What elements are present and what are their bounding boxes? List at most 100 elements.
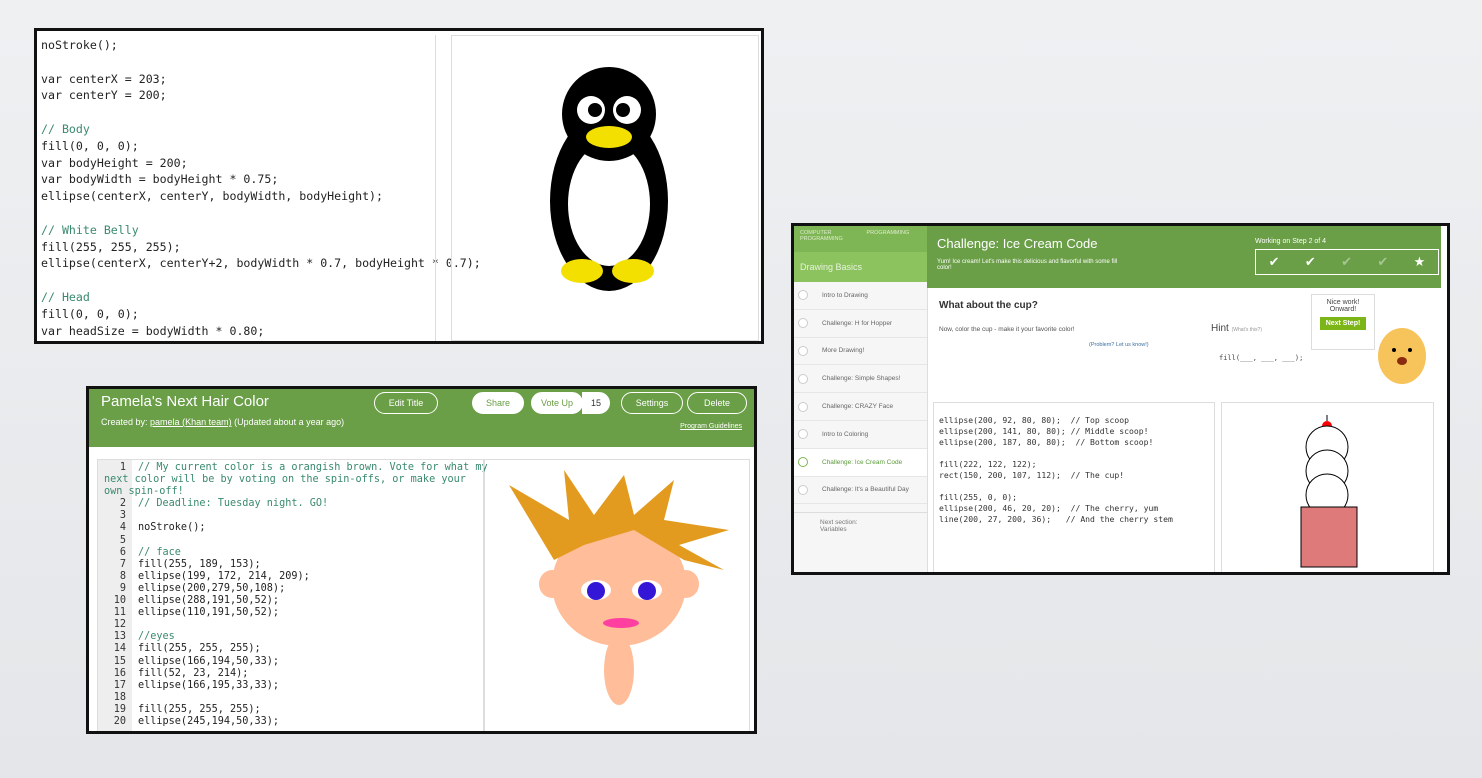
edit-title-button[interactable]: Edit Title xyxy=(374,392,438,414)
code-text: var centerX = 203; xyxy=(41,71,167,86)
code-line[interactable]: line(200, 27, 200, 36); // And the cherr… xyxy=(939,514,1173,525)
code-line[interactable]: 13 //eyes xyxy=(104,631,488,643)
code-line[interactable] xyxy=(41,272,481,289)
breadcrumb-programming[interactable]: PROGRAMMING xyxy=(861,226,928,252)
code-text[interactable]: 1// My current color is a orangish brown… xyxy=(104,462,488,728)
code-line[interactable] xyxy=(41,205,481,222)
code-line[interactable]: // White Belly xyxy=(41,222,481,239)
sidebar-item[interactable]: Challenge: CRAZY Face xyxy=(794,393,927,421)
code-line[interactable]: fill(255, 255, 255); xyxy=(41,239,481,256)
code-line[interactable]: // Head xyxy=(41,289,481,306)
sidebar-item[interactable]: Intro to Drawing xyxy=(794,282,927,310)
sidebar-item[interactable]: Challenge: Simple Shapes! xyxy=(794,365,927,394)
sidebar-item-label: Challenge: It's a Beautiful Day xyxy=(822,486,909,494)
code-line[interactable]: ellipse(centerX, centerY+2, bodyWidth * … xyxy=(41,255,481,272)
sidebar-item[interactable]: Challenge: H for Hopper xyxy=(794,310,927,338)
code-line[interactable]: fill(0, 0, 0); xyxy=(41,306,481,323)
line-number: 14 xyxy=(113,643,126,655)
settings-button[interactable]: Settings xyxy=(621,392,683,414)
code-line[interactable]: 18 xyxy=(104,692,488,704)
code-line[interactable] xyxy=(939,481,1173,492)
code-line[interactable] xyxy=(41,104,481,121)
next-step-button[interactable]: Next Step! xyxy=(1320,317,1366,330)
sidebar-item-label: Challenge: H for Hopper xyxy=(822,319,893,327)
code-line[interactable]: var bodyWidth = bodyHeight * 0.75; xyxy=(41,171,481,188)
share-button[interactable]: Share xyxy=(472,392,524,414)
code-line[interactable]: ellipse(200, 92, 80, 80); // Top scoop xyxy=(939,415,1173,426)
progress-circle-icon xyxy=(798,345,808,356)
code-text: fill(52, 23, 214); xyxy=(138,667,249,679)
code-line[interactable]: 10 ellipse(288,191,50,52); xyxy=(104,595,488,607)
code-text[interactable]: ellipse(200, 92, 80, 80); // Top scoop el… xyxy=(939,415,1173,525)
progress-circle-icon xyxy=(798,290,808,301)
code-line[interactable]: 16 fill(52, 23, 214); xyxy=(104,668,488,680)
sidebar-item-label: Challenge: CRAZY Face xyxy=(822,403,894,411)
code-line[interactable]: 1// My current color is a orangish brown… xyxy=(104,462,488,498)
code-line[interactable]: noStroke(); xyxy=(41,37,481,54)
code-line[interactable]: 15 ellipse(166,194,50,33); xyxy=(104,656,488,668)
report-problem-link[interactable]: (Problem? Let us know!) xyxy=(1089,342,1149,348)
code-line[interactable]: rect(150, 200, 107, 112); // The cup! xyxy=(939,470,1173,481)
whats-this-link[interactable]: (What's this?) xyxy=(1232,327,1262,333)
code-line[interactable]: var bodyHeight = 200; xyxy=(41,155,481,172)
delete-button[interactable]: Delete xyxy=(687,392,747,414)
check-icon[interactable]: ✔ xyxy=(1269,254,1280,270)
code-text: fill(255, 0, 0); xyxy=(939,492,1017,502)
check-icon: ✔ xyxy=(1341,254,1353,269)
code-line[interactable]: 9 ellipse(200,279,50,108); xyxy=(104,583,488,595)
line-number: 9 xyxy=(119,582,126,594)
code-line[interactable]: 20 ellipse(245,194,50,33); xyxy=(104,716,488,728)
breadcrumb-computer-programming[interactable]: COMPUTER PROGRAMMING xyxy=(794,226,861,252)
code-line[interactable]: var headSize = bodyWidth * 0.80; xyxy=(41,323,481,340)
code-line[interactable]: 17 ellipse(166,195,33,33); xyxy=(104,680,488,692)
code-line[interactable]: var centerX = 203; xyxy=(41,71,481,88)
code-line[interactable]: ellipse(200, 187, 80, 80); // Bottom sco… xyxy=(939,437,1173,448)
code-line[interactable]: 2 // Deadline: Tuesday night. GO! xyxy=(104,498,488,510)
progress-circle-icon xyxy=(798,401,808,412)
code-line[interactable]: 14 fill(255, 255, 255); xyxy=(104,643,488,655)
progress-circle-icon xyxy=(798,457,808,468)
code-line[interactable]: ellipse(centerX, centerY, bodyWidth, bod… xyxy=(41,188,481,205)
code-line[interactable]: fill(222, 122, 122); xyxy=(939,459,1173,470)
sidebar-item[interactable]: More Drawing! xyxy=(794,338,927,366)
code-editor[interactable]: noStroke(); var centerX = 203; var center… xyxy=(41,37,481,339)
check-icon[interactable]: ✔ xyxy=(1305,254,1316,270)
breadcrumb: COMPUTER PROGRAMMING PROGRAMMING xyxy=(794,226,927,252)
author-link[interactable]: pamela (Khan team) xyxy=(150,417,232,427)
sidebar-item[interactable]: Challenge: It's a Beautiful Day xyxy=(794,477,927,505)
code-line[interactable]: 19 fill(255, 255, 255); xyxy=(104,704,488,716)
code-line[interactable]: // Body xyxy=(41,121,481,138)
sidebar-item-label: More Drawing! xyxy=(822,347,865,355)
code-line[interactable]: 5 xyxy=(104,535,488,547)
code-line[interactable]: 4 noStroke(); xyxy=(104,522,488,534)
code-line[interactable]: ellipse(200, 141, 80, 80); // Middle sco… xyxy=(939,426,1173,437)
code-line[interactable]: fill(0, 0, 0); xyxy=(41,138,481,155)
code-line[interactable]: 11 ellipse(110,191,50,52); xyxy=(104,607,488,619)
vote-up-button[interactable]: Vote Up xyxy=(531,392,583,414)
code-line[interactable]: 8 ellipse(199, 172, 214, 209); xyxy=(104,571,488,583)
code-line[interactable]: ellipse(200, 46, 20, 20); // The cherry,… xyxy=(939,503,1173,514)
next-section-link[interactable]: Next section: Variables xyxy=(794,512,927,533)
code-line[interactable] xyxy=(41,54,481,71)
code-line[interactable]: var centerY = 200; xyxy=(41,87,481,104)
line-number: 7 xyxy=(119,558,126,570)
hint-code: fill(___, ___, ___); xyxy=(1219,354,1304,362)
sidebar-item[interactable]: Challenge: Ice Cream Code xyxy=(794,448,927,477)
code-line[interactable]: fill(255, 0, 0); xyxy=(939,492,1173,503)
code-line[interactable]: 7 fill(255, 189, 153); xyxy=(104,559,488,571)
sidebar-item[interactable]: Intro to Coloring xyxy=(794,421,927,449)
code-line[interactable]: 3 xyxy=(104,510,488,522)
code-text: ellipse(199, 172, 214, 209); xyxy=(138,570,310,582)
program-guidelines-link[interactable]: Program Guidelines xyxy=(680,423,742,430)
code-line[interactable] xyxy=(939,448,1173,459)
code-line[interactable]: 6 // face xyxy=(104,547,488,559)
code-line[interactable]: 12 xyxy=(104,619,488,631)
line-number: 3 xyxy=(119,510,126,522)
code-editor[interactable]: 1// My current color is a orangish brown… xyxy=(97,459,488,731)
step-instruction: Now, color the cup - make it your favori… xyxy=(939,326,1075,333)
code-text: ellipse(200, 187, 80, 80); // Bottom sco… xyxy=(939,437,1154,447)
